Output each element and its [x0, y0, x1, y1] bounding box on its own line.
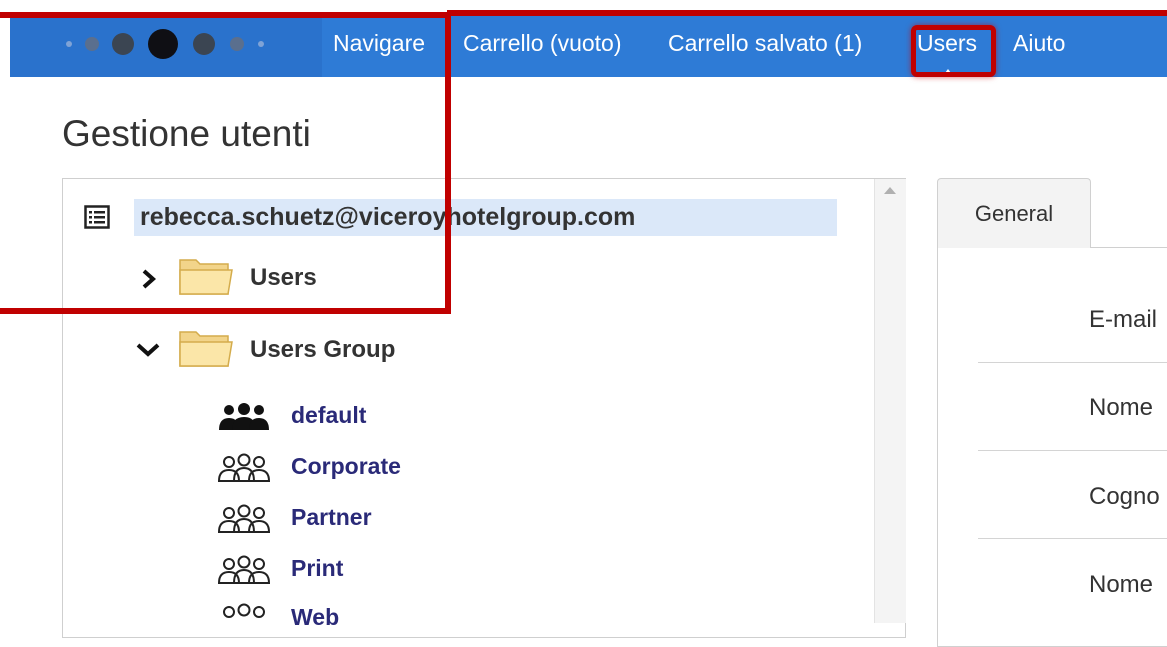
field-label-last-name: Cogno: [1089, 483, 1160, 510]
group-filled-icon: [215, 402, 273, 437]
group-outline-icon: [215, 504, 273, 539]
nav-saved-cart[interactable]: Carrello salvato (1): [668, 12, 862, 77]
group-outline-icon: [215, 555, 273, 590]
annotation-users-highlight: [911, 25, 996, 77]
group-item-corporate[interactable]: Corporate: [291, 453, 401, 480]
tab-strip-border: [1090, 247, 1167, 248]
tree-scrollbar[interactable]: [874, 179, 906, 623]
field-divider: [978, 538, 1167, 539]
nav-help[interactable]: Aiuto: [1013, 12, 1065, 77]
nav-cart[interactable]: Carrello (vuoto): [463, 12, 622, 77]
field-label-display-name: Nome: [1089, 571, 1154, 598]
group-item-default[interactable]: default: [291, 402, 366, 429]
field-divider: [978, 362, 1167, 363]
scroll-up-icon[interactable]: [884, 187, 896, 194]
tree-folder-users-group[interactable]: Users Group: [250, 336, 395, 364]
field-label-email: E-mail: [1089, 306, 1158, 333]
group-item-web[interactable]: Web: [291, 604, 339, 631]
group-outline-icon: [215, 603, 273, 628]
chevron-down-icon[interactable]: [134, 340, 162, 365]
field-divider: [978, 450, 1167, 451]
folder-icon: [178, 326, 234, 375]
group-item-print[interactable]: Print: [291, 555, 343, 582]
group-outline-icon: [215, 453, 273, 488]
annotation-highlight-box: [0, 12, 451, 314]
field-label-first-name: Nome: [1089, 394, 1154, 421]
tab-general[interactable]: General: [937, 178, 1091, 248]
group-item-partner[interactable]: Partner: [291, 504, 372, 531]
annotation-arrow-line: [447, 10, 1167, 16]
